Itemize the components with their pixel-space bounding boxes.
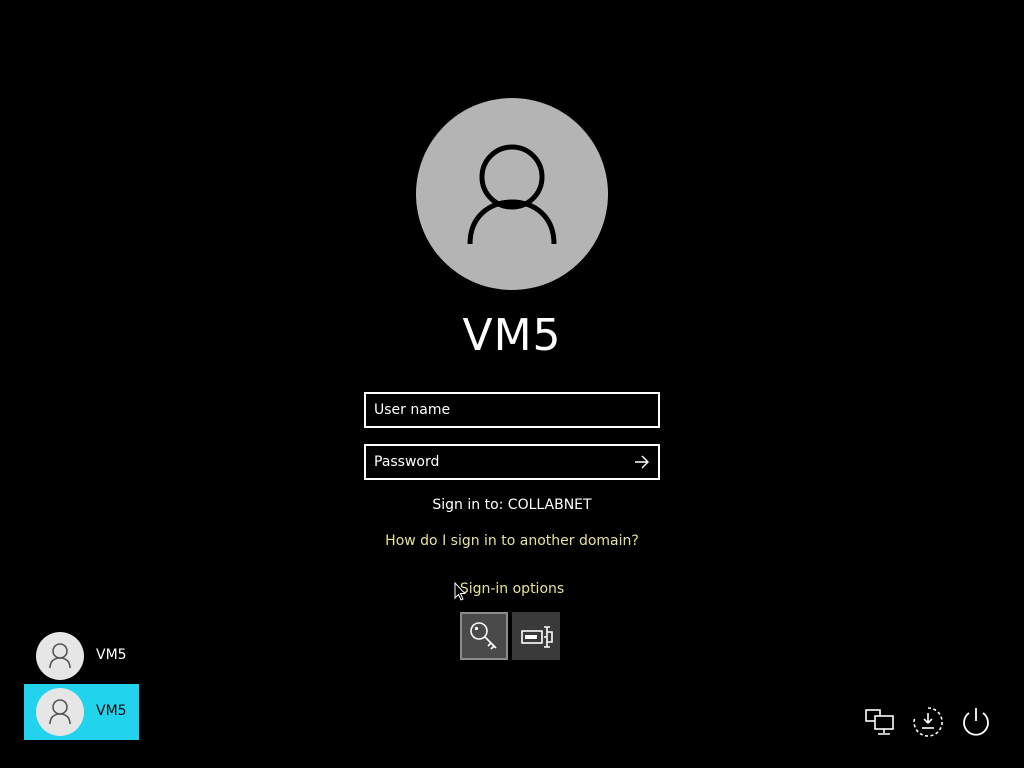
user-list-name: VM5 (96, 647, 127, 663)
key-icon (470, 622, 497, 650)
user-list-item-selected[interactable]: VM5 (24, 684, 139, 740)
other-domain-link[interactable]: How do I sign in to another domain? (312, 533, 712, 549)
user-list-name: VM5 (96, 703, 127, 719)
smart-card-icon (521, 626, 553, 648)
network-icon[interactable] (862, 704, 898, 740)
username-field-box[interactable] (364, 392, 660, 428)
user-avatar (416, 98, 608, 290)
password-signin-option-button[interactable] (460, 612, 508, 660)
power-icon[interactable] (958, 704, 994, 740)
password-field-box[interactable] (364, 444, 660, 480)
smart-card-signin-option-button[interactable] (512, 612, 560, 660)
user-display-name: VM5 (462, 310, 562, 361)
person-icon (467, 144, 557, 245)
person-icon (49, 643, 71, 669)
user-list-avatar (36, 688, 84, 736)
password-input[interactable] (366, 446, 634, 478)
username-input[interactable] (366, 394, 634, 426)
sign-in-options-link[interactable]: Sign-in options (312, 581, 712, 597)
sign-in-domain-text: Sign in to: COLLABNET (432, 497, 592, 513)
person-icon (49, 699, 71, 725)
ease-of-access-icon[interactable] (910, 704, 946, 740)
submit-arrow-icon[interactable] (632, 452, 652, 472)
lock-screen: VM5 Sign in to: COLLABNET How do I sign … (0, 0, 1024, 768)
user-list-avatar (36, 632, 84, 680)
user-list-item[interactable]: VM5 (24, 628, 139, 684)
